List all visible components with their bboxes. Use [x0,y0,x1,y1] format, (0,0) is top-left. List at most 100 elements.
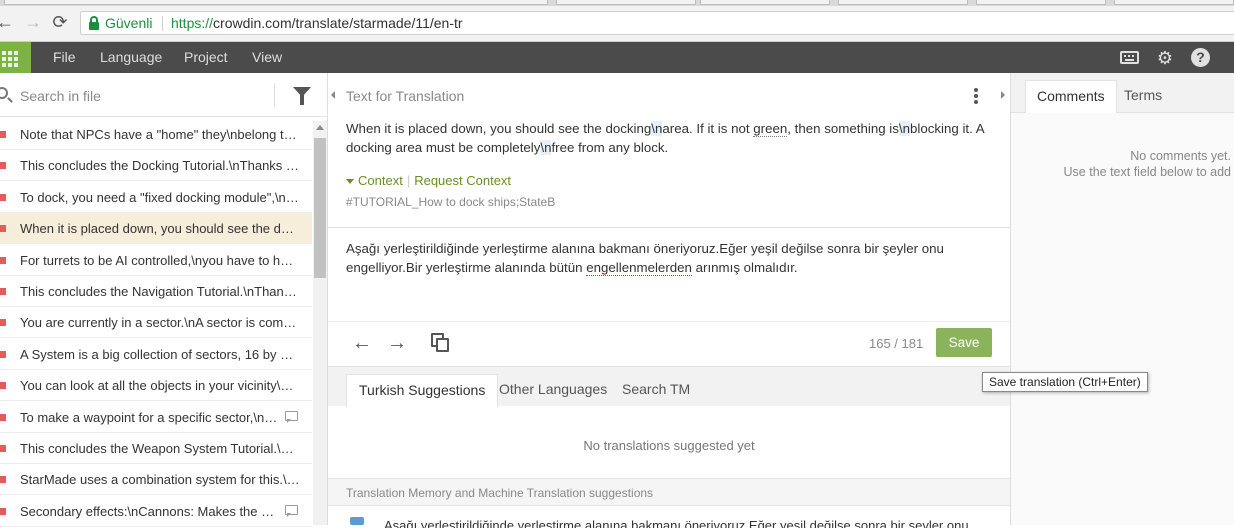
tab-terms[interactable]: Terms [1113,80,1173,113]
tab-turkish-suggestions[interactable]: Turkish Suggestions [346,374,499,407]
string-list-item[interactable]: This concludes the Navigation Tutorial.\… [0,276,312,307]
forward-icon[interactable]: → [22,11,44,33]
menu-language[interactable]: Language [100,49,162,65]
string-preview: StarMade uses a combination system for t… [20,472,300,488]
tab-other-languages[interactable]: Other Languages [487,374,619,407]
browser-tab[interactable] [1114,0,1234,5]
untranslated-status-icon [0,413,6,421]
url-text[interactable]: https://crowdin.com/translate/starmade/1… [171,15,463,31]
untranslated-status-icon [0,193,6,201]
next-string-icon[interactable]: → [386,333,408,353]
browser-tab[interactable] [838,0,968,5]
gear-icon[interactable]: ⚙ [1155,48,1175,68]
newline-marker: \n [651,121,663,136]
string-preview: When it is placed down, you should see t… [20,221,300,237]
untranslated-status-icon [0,131,6,138]
context-separator: | [406,173,411,188]
context-row: Context | Request Context [346,173,511,188]
request-context-link[interactable]: Request Context [414,173,511,188]
tab-comments[interactable]: Comments [1025,80,1117,113]
string-list-item[interactable]: StarMade uses a combination system for t… [0,464,312,496]
string-list-item[interactable]: You can look at all the objects in your … [0,370,312,402]
string-preview: This concludes the Weapon System Tutoria… [20,441,300,456]
string-list-item[interactable]: A System is a big collection of sectors,… [0,339,312,370]
string-preview: To dock, you need a "fixed docking modul… [20,189,300,205]
string-list-item[interactable]: You are currently in a sector.\nA sector… [0,307,312,339]
no-suggestions-message: No translations suggested yet [583,438,755,453]
glossary-term[interactable]: green [753,121,788,137]
browser-tab[interactable] [556,0,696,5]
tm-header: Translation Memory and Machine Translati… [328,478,1010,506]
address-separator [162,16,163,31]
address-bar[interactable]: Güvenli https://crowdin.com/translate/st… [80,11,1234,35]
keyboard-icon[interactable] [1120,51,1139,64]
string-key: #TUTORIAL_How to dock ships;StateB [346,195,556,209]
browser-tab[interactable] [700,0,830,5]
collapse-right-icon[interactable] [1001,91,1005,99]
filter-icon[interactable] [293,87,311,105]
newline-marker: \n [540,140,552,155]
string-preview: Secondary effects:\nCannons: Makes the w… [20,503,278,519]
browser-tab[interactable] [976,0,1106,5]
string-list-item[interactable]: To make a waypoint for a specific sector… [0,402,312,433]
more-options-icon[interactable] [974,88,978,104]
no-comments-message: No comments yet. [1130,149,1231,163]
comments-tabs: Comments Terms [1011,73,1234,113]
editor-panel: Text for Translation When it is placed d… [328,73,1010,528]
reload-icon[interactable]: ⟳ [49,11,71,33]
string-list-item[interactable]: For turrets to be AI controlled,\nyou ha… [0,245,312,276]
browser-tab[interactable] [4,0,548,5]
character-counter: 165 / 181 [869,336,924,351]
string-preview: A System is a big collection of sectors,… [20,346,300,362]
back-icon[interactable]: ← [0,11,16,33]
scroll-up-icon[interactable] [316,125,324,130]
string-list-item[interactable]: Note that NPCs have a "home" they\nbelon… [0,119,312,150]
strings-scrollbar[interactable] [313,121,327,525]
untranslated-status-icon [0,162,6,170]
menu-view[interactable]: View [252,49,282,65]
tab-search-tm[interactable]: Search TM [610,374,702,407]
tm-suggestion-row[interactable]: Aşağı yerleştirildiğinde yerleştirme ala… [384,518,1024,528]
untranslated-status-icon [0,507,6,515]
save-button[interactable]: Save [936,328,992,357]
editor-divider [328,227,1010,228]
untranslated-status-icon [0,288,6,295]
help-icon[interactable]: ? [1191,48,1210,67]
menu-project[interactable]: Project [184,49,228,65]
untranslated-status-icon [0,256,6,264]
comment-icon [285,410,298,423]
browser-chrome: ← → ⟳ Güvenli https://crowdin.com/transl… [0,0,1234,42]
source-segment: area. If it is not [662,121,754,136]
string-preview: You can look at all the objects in your … [20,378,300,394]
source-text: When it is placed down, you should see t… [346,119,996,157]
suggestion-tabs: Turkish Suggestions Other Languages Sear… [328,366,1010,407]
comments-hint: Use the text field below to add [1063,165,1231,179]
scrollbar-thumb[interactable] [314,138,326,278]
string-list-item[interactable]: When it is placed down, you should see t… [0,213,312,245]
string-list-item[interactable]: To dock, you need a "fixed docking modul… [0,182,312,213]
search-input[interactable]: Search in file [20,88,101,104]
string-list-item[interactable]: Secondary effects:\nCannons: Makes the w… [0,496,312,527]
app-toolbar: File Language Project View ⚙ [0,42,1234,73]
string-list-item[interactable]: This concludes the Weapon System Tutoria… [0,433,312,464]
comment-icon [285,504,298,517]
machine-translation-icon [350,517,364,525]
previous-string-icon[interactable]: ← [351,333,373,353]
search-divider [274,83,275,107]
untranslated-status-icon [0,445,6,452]
translation-segment: arınmış olmalıdır. [691,260,798,275]
context-toggle[interactable]: Context [358,173,403,188]
menu-file[interactable]: File [53,49,76,65]
string-preview: This concludes the Navigation Tutorial.\… [20,284,300,299]
translation-textarea[interactable]: Aşağı yerleştirildiğinde yerleştirme ala… [346,239,996,277]
untranslated-status-icon [0,350,6,358]
source-segment: , then something is [787,121,899,136]
lock-icon [89,16,99,30]
search-bar: Search in file [0,73,328,117]
secure-label: Güvenli [105,15,153,31]
string-list-item[interactable]: This concludes the Docking Tutorial.\nTh… [0,150,312,182]
string-preview: This concludes the Docking Tutorial.\nTh… [20,158,300,174]
copy-source-icon[interactable] [431,333,449,352]
apps-grid-icon[interactable] [0,42,31,73]
collapse-left-icon[interactable] [331,91,335,99]
